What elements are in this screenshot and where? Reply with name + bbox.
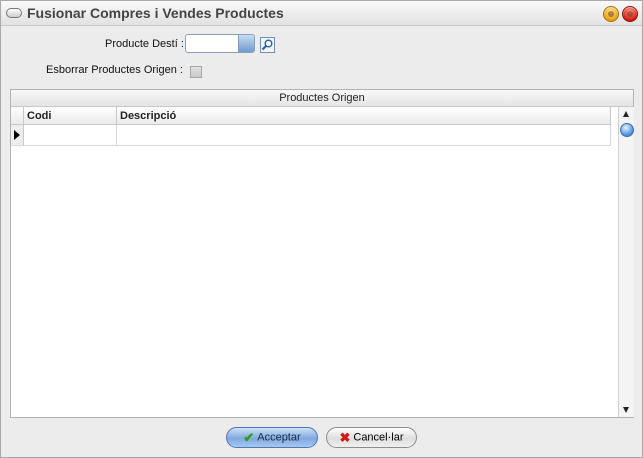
magnifier-icon bbox=[260, 37, 275, 53]
delete-origin-label: Esborrar Productes Origen : bbox=[46, 64, 183, 76]
cancel-button-label: Cancel·lar bbox=[353, 431, 404, 444]
accept-button-label: Acceptar bbox=[257, 431, 301, 444]
origin-products-grid: Productes Origen Codi Descripció bbox=[10, 89, 634, 418]
row-indicator-icon[interactable] bbox=[11, 125, 24, 146]
cancel-button[interactable]: ✖ Cancel·lar bbox=[326, 427, 417, 448]
column-header-descripcio[interactable]: Descripció bbox=[117, 107, 611, 125]
minimize-button[interactable] bbox=[603, 6, 619, 22]
x-icon: ✖ bbox=[339, 430, 351, 445]
close-button[interactable] bbox=[622, 6, 638, 22]
delete-origin-checkbox[interactable] bbox=[190, 66, 202, 78]
window-title: Fusionar Compres i Vendes Productes bbox=[27, 5, 284, 21]
grid-corner bbox=[11, 107, 24, 125]
scroll-down-icon[interactable] bbox=[623, 407, 629, 413]
accept-button[interactable]: ✔ Acceptar bbox=[226, 427, 318, 448]
grid-title: Productes Origen bbox=[11, 90, 633, 107]
product-dest-input[interactable] bbox=[186, 35, 244, 52]
scroll-thumb[interactable] bbox=[620, 123, 634, 137]
product-dest-dropdown-button[interactable] bbox=[238, 35, 254, 52]
check-icon: ✔ bbox=[243, 430, 255, 445]
dialog-window: Fusionar Compres i Vendes Productes Prod… bbox=[0, 0, 643, 458]
table-cell-codi[interactable] bbox=[24, 125, 117, 146]
product-dest-label: Producte Destí : bbox=[105, 38, 184, 50]
table-cell-descripcio[interactable] bbox=[117, 125, 611, 146]
scroll-up-icon[interactable] bbox=[623, 111, 629, 117]
window-menu-icon[interactable] bbox=[6, 8, 22, 18]
product-dest-field[interactable] bbox=[185, 34, 255, 53]
lookup-button[interactable] bbox=[260, 37, 275, 53]
vertical-scrollbar[interactable] bbox=[618, 107, 634, 417]
column-header-codi[interactable]: Codi bbox=[24, 107, 117, 125]
title-bar[interactable]: Fusionar Compres i Vendes Productes bbox=[1, 1, 642, 26]
